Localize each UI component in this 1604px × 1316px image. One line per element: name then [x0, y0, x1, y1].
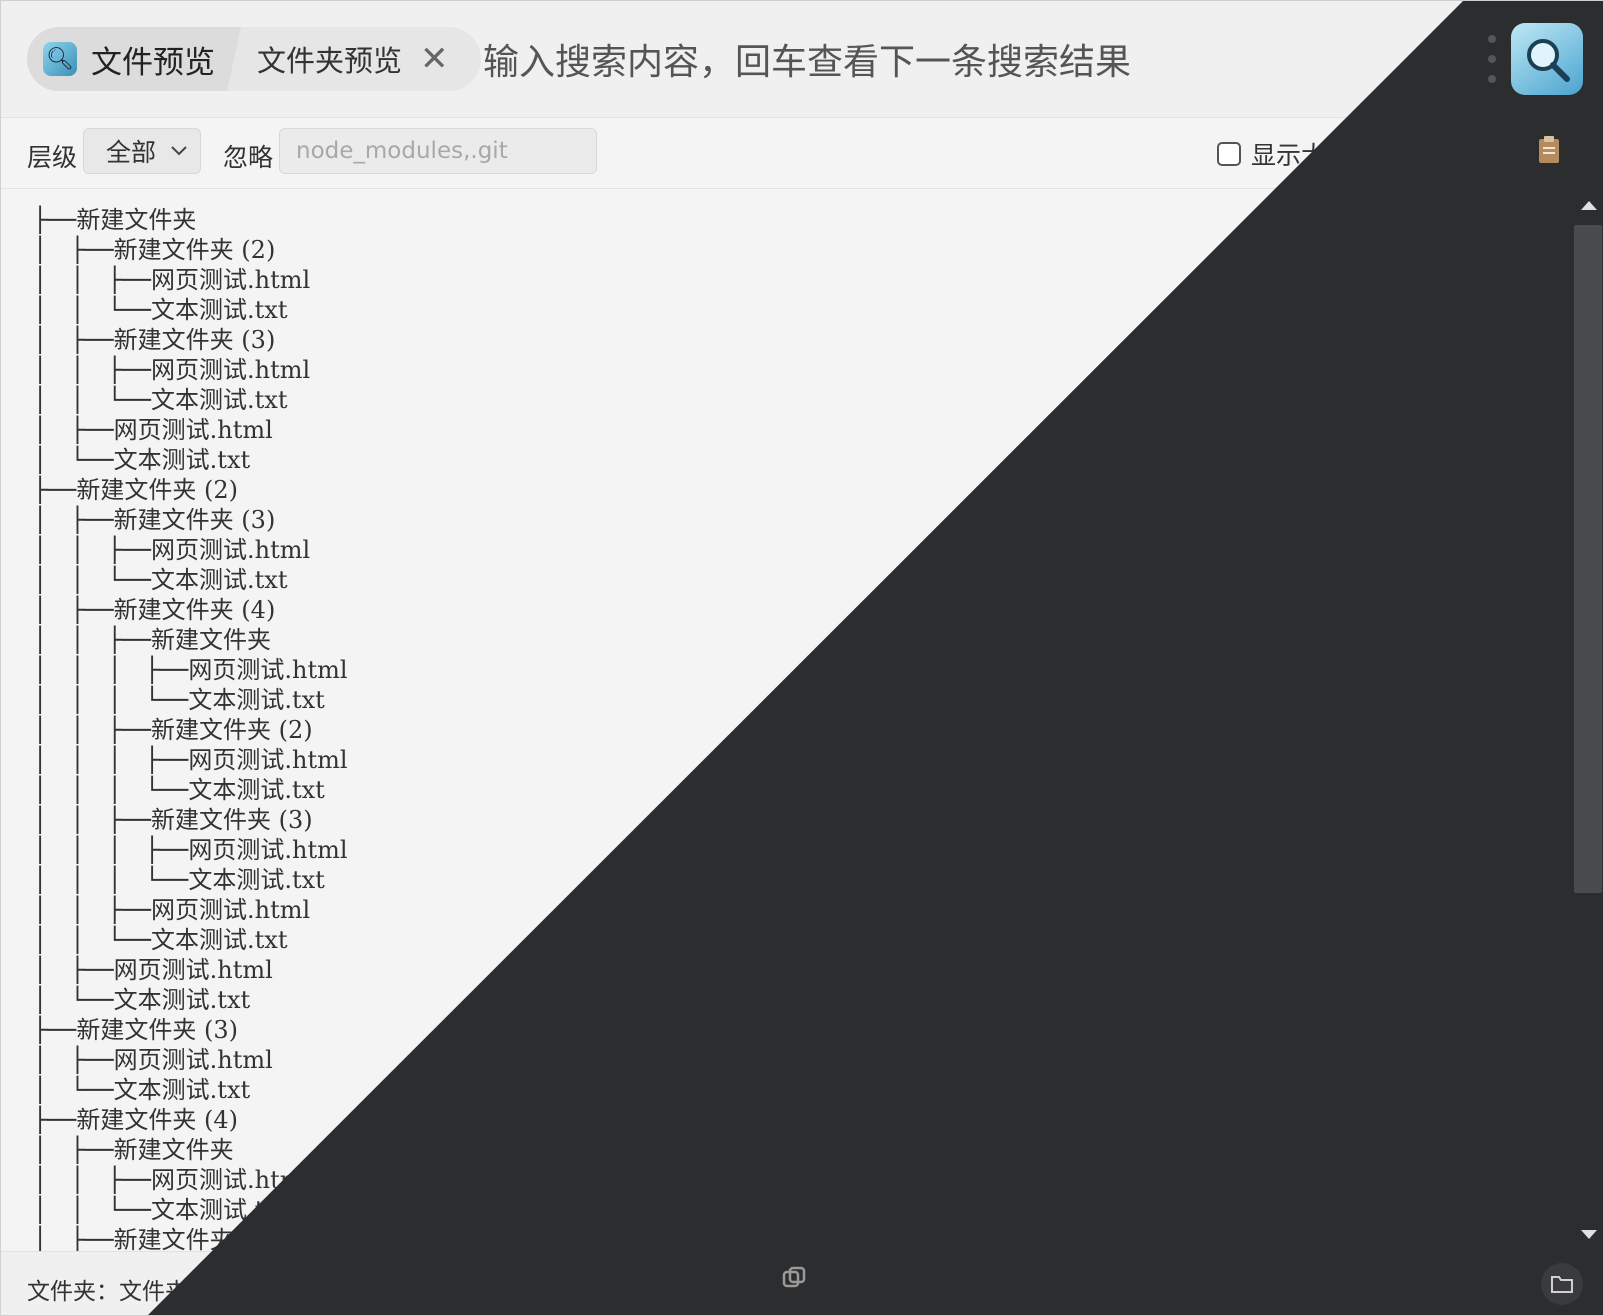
ignore-input[interactable]	[279, 128, 597, 174]
scrollbar-thumb[interactable]	[1574, 225, 1602, 893]
tree-node: │ ├──网页测试.html	[33, 416, 273, 444]
tab-file-preview-label: 文件预览	[91, 44, 215, 81]
tree-node: │ │ ├──网页测试.html	[33, 536, 311, 564]
vertical-scrollbar[interactable]	[1571, 189, 1603, 1251]
file-preview-icon: 🔍︎	[43, 42, 77, 76]
tree-node: ├──新建文件夹 (3)	[33, 1016, 238, 1044]
checkbox-box	[1367, 142, 1391, 166]
tree-node: │ ├──新建文件夹 (2)	[33, 1226, 276, 1251]
tree-node: │ │ ├──网页测试.html	[33, 266, 311, 294]
scroll-down-arrow-icon[interactable]	[1581, 1230, 1597, 1239]
search-input[interactable]	[481, 31, 1365, 93]
tree-node: │ │ ├──新建文件夹 (3)	[33, 806, 313, 834]
magnifier-icon	[1527, 39, 1570, 82]
tree-node: │ │ ├──网页测试.html	[33, 356, 311, 384]
chevron-down-icon	[171, 146, 187, 156]
folder-path-link[interactable]: D:/桌面文件/3.uTools/file-Preview/测试文件夹	[263, 1264, 785, 1304]
tree-node: │ │ └──文本测试.txt	[33, 926, 288, 954]
tree-node: │ │ │ └──文本测试.txt	[33, 686, 325, 714]
show-size-checkbox[interactable]: 显示大小	[1217, 136, 1351, 172]
hidden-files-label: 隐藏文件	[1401, 141, 1502, 170]
tree-node: │ │ │ └──文本测试.txt	[33, 776, 325, 804]
folder-icon	[1551, 1276, 1573, 1293]
tree-node: │ │ ├──新建文件夹 (2)	[33, 716, 313, 744]
file-stats-badge: 文件 35 / 文件夹 14 / 22.0 MB	[969, 1264, 1329, 1304]
tree-node: │ └──文本测试.txt	[33, 1076, 251, 1104]
tree-node: │ │ │ ├──网页测试.html	[33, 746, 348, 774]
tree-node: │ │ └──文本测试.txt	[33, 386, 288, 414]
tree-node: │ └──文本测试.txt	[33, 446, 251, 474]
tree-text: ├──新建文件夹 │ ├──新建文件夹 (2) │ │ ├──网页测试.html │ …	[1, 189, 1571, 1251]
top-bar: 🔍︎ 文件预览 文件夹预览 ✕	[1, 1, 1603, 118]
copy-icon[interactable]	[781, 1265, 807, 1295]
tree-node: │ └──文本测试.txt	[33, 986, 251, 1014]
folder-tree-view[interactable]: ├──新建文件夹 │ ├──新建文件夹 (2) │ │ ├──网页测试.html │ …	[1, 189, 1571, 1251]
tree-node: │ ├──新建文件夹 (3)	[33, 506, 276, 534]
show-size-label: 显示大小	[1251, 141, 1352, 170]
tree-node: │ │ ├──网页测试.html	[33, 896, 311, 924]
tree-node: │ │ └──文本测试.txt	[33, 566, 288, 594]
tree-node: │ │ │ ├──网页测试.html	[33, 836, 348, 864]
tab-group: 🔍︎ 文件预览 文件夹预览 ✕	[27, 27, 481, 91]
encoding-label: 编码：UTF-8	[823, 1279, 960, 1305]
app-window: 🔍︎ 文件预览 文件夹预览 ✕ 层级 全部 忽略 显示大小 隐藏文件 ├──新建…	[0, 0, 1604, 1316]
level-select[interactable]: 全部	[83, 128, 201, 174]
tree-node: │ │ │ ├──网页测试.html	[33, 656, 348, 684]
tree-node: │ │ └──文本测试.txt	[33, 296, 288, 324]
scroll-up-arrow-icon[interactable]	[1581, 201, 1597, 210]
level-label: 层级	[27, 143, 78, 172]
magnifier-app-icon	[1511, 23, 1583, 95]
tree-node: ├──新建文件夹	[33, 206, 197, 234]
tree-node: │ ├──新建文件夹 (2)	[33, 236, 276, 264]
tree-node: │ ├──新建文件夹 (3)	[33, 326, 276, 354]
tree-node: ├──新建文件夹 (2)	[33, 476, 238, 504]
clipboard-icon[interactable]	[1537, 135, 1561, 169]
tree-node: │ │ │ └──文本测试.txt	[33, 866, 325, 894]
tree-node: │ ├──新建文件夹	[33, 1136, 234, 1164]
options-toolbar: 层级 全部 忽略 显示大小 隐藏文件	[1, 118, 1603, 189]
tab-folder-preview-label: 文件夹预览	[257, 44, 403, 78]
checkbox-box	[1217, 142, 1241, 166]
open-folder-button[interactable]	[1541, 1263, 1583, 1305]
tree-node: │ ├──新建文件夹 (4)	[33, 596, 276, 624]
kebab-menu-icon[interactable]	[1485, 35, 1499, 83]
hidden-files-checkbox[interactable]: 隐藏文件	[1367, 136, 1501, 172]
tree-node: │ │ ├──新建文件夹	[33, 626, 272, 654]
tree-node: │ ├──网页测试.html	[33, 1046, 273, 1074]
level-select-value: 全部	[106, 138, 157, 167]
ignore-label: 忽略	[223, 143, 274, 172]
close-icon[interactable]: ✕	[420, 42, 449, 76]
tree-node: ├──新建文件夹 (4)	[33, 1106, 238, 1134]
tab-file-preview[interactable]: 🔍︎ 文件预览	[27, 27, 241, 91]
tab-folder-preview[interactable]: 文件夹预览 ✕	[241, 27, 471, 91]
tree-node: │ ├──网页测试.html	[33, 956, 273, 984]
tree-node: │ │ └──文本测试.txt	[33, 1196, 288, 1224]
folder-name-label: 文件夹：文件夹测试	[27, 1279, 234, 1305]
tree-node: │ │ ├──网页测试.html	[33, 1166, 311, 1194]
